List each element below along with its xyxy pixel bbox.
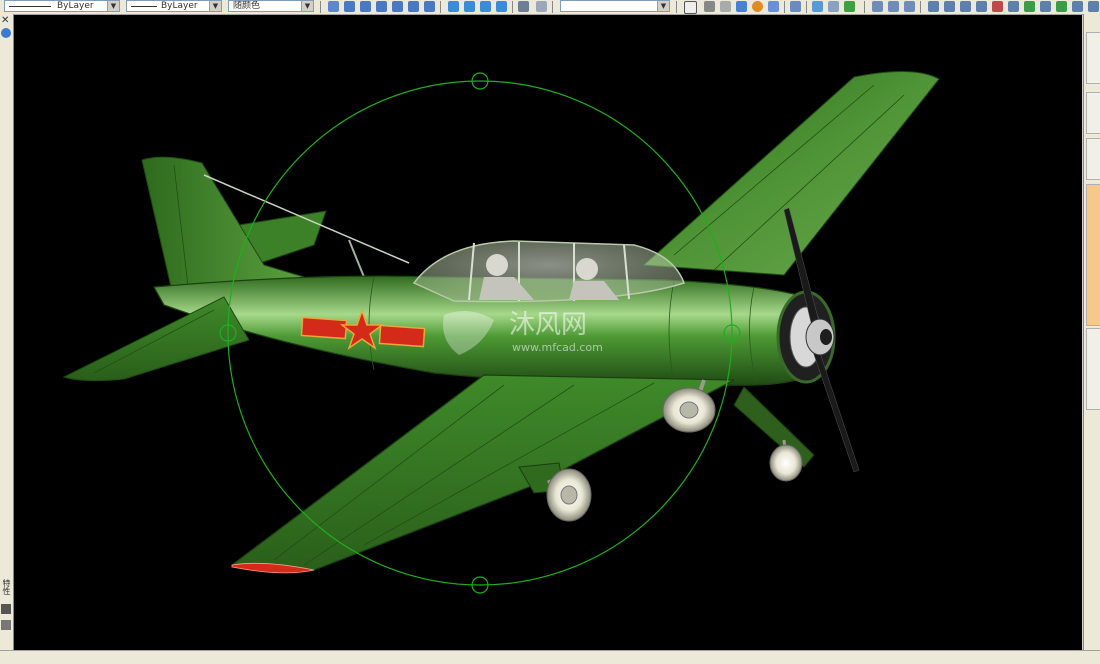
chevron-down-icon[interactable]: ▼ [209,1,221,11]
menu-icon[interactable] [1,620,11,630]
left-wing [230,374,735,573]
lineweight-value: ByLayer [161,1,198,11]
model-viewport[interactable]: 沐风网 www.mfcad.com [14,15,1082,650]
palette-tab[interactable] [1086,32,1100,84]
play-icon[interactable] [1,604,11,614]
separate-icon[interactable] [1072,1,1083,12]
intersect-icon[interactable] [904,1,915,12]
near-stabilizer [62,296,250,382]
watermark-brand: 沐风网 [509,310,587,340]
zoom-icon[interactable] [828,1,839,12]
palette-tab[interactable] [1086,138,1100,180]
toolbar-separator [920,1,921,13]
right-wing [642,71,940,276]
auto-hide-icon[interactable] [1,28,11,38]
3d-wireframe-icon[interactable] [720,1,731,12]
wheel-hub [560,485,578,505]
toolbar-separator [806,1,807,13]
toolbar-separator [440,1,441,13]
spinner-tip [820,329,832,345]
insignia-bar-left [300,316,348,340]
properties-palette: ✕ 特性 [0,14,14,650]
airplane-3d-model: 沐风网 www.mfcad.com [62,71,940,594]
linetype-dropdown[interactable]: ByLayer ▼ [4,0,120,12]
color-faces-icon[interactable] [1024,1,1035,12]
extrude-faces-icon[interactable] [928,1,939,12]
se-iso-icon[interactable] [464,1,475,12]
view-dropdown[interactable]: ▼ [560,0,670,12]
toolbar-separator [864,1,865,13]
toolbar-separator [512,1,513,13]
status-bar [0,650,1100,664]
plotstyle-dropdown[interactable]: 随颜色 ▼ [228,0,314,12]
offset-faces-icon[interactable] [960,1,971,12]
3d-orbit-icon[interactable] [790,1,801,12]
tool-palette [1083,14,1100,650]
right-view-icon[interactable] [392,1,403,12]
text-style-icon[interactable] [684,1,697,14]
linetype-value: ByLayer [57,1,94,11]
insignia-bar-right [378,324,426,348]
propeller-blade [808,334,860,473]
lineweight-dropdown[interactable]: ByLayer ▼ [126,0,222,12]
hidden-icon[interactable] [736,1,747,12]
rotate-faces-icon[interactable] [992,1,1003,12]
toolbar-separator [676,1,677,13]
camera-icon[interactable] [518,1,529,12]
pilot-helmet [486,254,508,276]
delete-faces-icon[interactable] [976,1,987,12]
plotstyle-value: 随颜色 [233,1,261,11]
palette-title: 特性 [2,579,11,595]
chevron-down-icon[interactable]: ▼ [107,1,119,11]
ne-iso-icon[interactable] [480,1,491,12]
left-view-icon[interactable] [376,1,387,12]
union-icon[interactable] [872,1,883,12]
target-icon[interactable] [536,1,547,12]
view-icon[interactable] [328,1,339,12]
antenna-mast [348,239,365,278]
palette-tab[interactable] [1086,92,1100,134]
shell-icon[interactable] [1088,1,1099,12]
2d-wireframe-icon[interactable] [704,1,715,12]
gouraud-shaded-icon[interactable] [768,1,779,12]
canopy [412,240,685,303]
flat-shaded-icon[interactable] [752,1,763,12]
free-orbit-icon[interactable] [844,1,855,12]
subtract-icon[interactable] [888,1,899,12]
front-view-icon[interactable] [408,1,419,12]
properties-toolbar: ByLayer ▼ ByLayer ▼ 随颜色 ▼ ▼ [0,0,1100,15]
watermark-url: www.mfcad.com [512,341,603,354]
wheel-hub [679,401,699,419]
toolbar-separator [552,1,553,13]
palette-tab-active[interactable] [1086,184,1100,326]
taper-faces-icon[interactable] [1008,1,1019,12]
imprint-icon[interactable] [1056,1,1067,12]
close-icon[interactable]: ✕ [1,16,9,26]
top-view-icon[interactable] [344,1,355,12]
chevron-down-icon[interactable]: ▼ [301,1,313,11]
pan-icon[interactable] [812,1,823,12]
watermark: 沐风网 www.mfcad.com [443,310,603,355]
sw-iso-icon[interactable] [448,1,459,12]
pilot-helmet [576,258,598,280]
bottom-view-icon[interactable] [360,1,371,12]
main-wheel-front [769,444,803,482]
nw-iso-icon[interactable] [496,1,507,12]
move-faces-icon[interactable] [944,1,955,12]
toolbar-separator [320,1,321,13]
toolbar-separator [784,1,785,13]
chevron-down-icon[interactable]: ▼ [657,1,669,11]
back-view-icon[interactable] [424,1,435,12]
copy-faces-icon[interactable] [1040,1,1051,12]
palette-tab[interactable] [1086,328,1100,410]
